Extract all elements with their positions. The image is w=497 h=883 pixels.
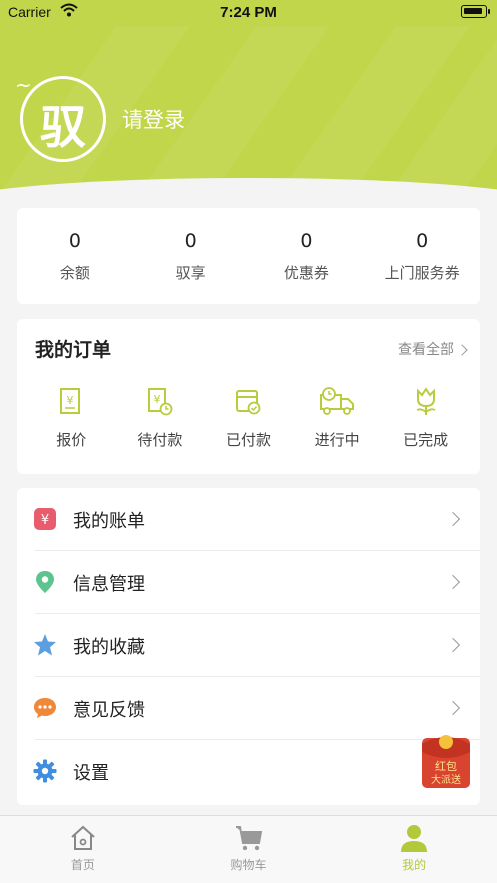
- tab-label: 首页: [70, 858, 95, 872]
- order-status-paid[interactable]: 已付款: [204, 385, 293, 450]
- status-bar: Carrier 7:24 PM: [0, 0, 497, 26]
- tab-label: 我的: [402, 858, 427, 872]
- tab-label: 购物车: [230, 858, 267, 872]
- stat-yuxiang[interactable]: 0 驭享: [133, 208, 249, 304]
- paid-icon: [236, 390, 261, 415]
- avatar-logo-glyph: 驭: [40, 100, 86, 154]
- menu-item-settings[interactable]: 设置: [17, 740, 480, 803]
- stat-service-vouchers[interactable]: 0 上门服务券: [364, 208, 480, 304]
- menu-item-info-management[interactable]: 信息管理: [17, 551, 480, 614]
- chevron-right-icon: [445, 511, 461, 527]
- stat-balance[interactable]: 0 余额: [17, 208, 133, 304]
- order-status-label: 已付款: [225, 431, 271, 449]
- order-status-pending-payment[interactable]: ¥ 待付款: [116, 385, 205, 450]
- stat-coupons[interactable]: 0 优惠券: [249, 208, 365, 304]
- order-status-label: 进行中: [314, 431, 360, 449]
- menu-item-my-bills[interactable]: ¥ 我的账单: [17, 488, 480, 551]
- gear-icon: [33, 759, 57, 783]
- svg-text:¥: ¥: [153, 393, 160, 406]
- stat-value: 0: [300, 230, 313, 252]
- order-status-quote[interactable]: ¥ 报价: [27, 385, 116, 450]
- chevron-right-icon: [456, 344, 468, 356]
- menu-item-feedback[interactable]: 意见反馈: [17, 677, 480, 740]
- view-all-orders-link[interactable]: 查看全部: [398, 339, 468, 359]
- red-packet-promo-button[interactable]: 红包 大派送: [420, 732, 472, 790]
- chevron-right-icon: [445, 574, 461, 590]
- menu-item-label: 信息管理: [73, 574, 145, 595]
- menu-item-label: 我的收藏: [73, 637, 145, 658]
- location-pin-icon: [36, 571, 54, 593]
- quote-icon: ¥: [60, 388, 81, 414]
- home-icon: [71, 825, 95, 850]
- menu-item-label: 意见反馈: [73, 700, 145, 721]
- stat-value: 0: [184, 230, 197, 252]
- menu-item-label: 设置: [73, 763, 109, 784]
- cart-icon: [235, 826, 262, 851]
- orders-title: 我的订单: [35, 339, 112, 361]
- order-status-label: 待付款: [137, 431, 183, 449]
- account-stats-card: 0 余额 0 驭享 0 优惠券 0 上门服务券: [17, 208, 480, 304]
- order-status-label: 报价: [56, 431, 87, 449]
- chevron-right-icon: [445, 637, 461, 653]
- tab-home[interactable]: 首页: [0, 816, 166, 883]
- status-time: 7:24 PM: [220, 4, 277, 21]
- chevron-right-icon: [445, 700, 461, 716]
- pending-payment-icon: ¥: [147, 388, 173, 416]
- chat-bubble-icon: [34, 698, 56, 718]
- stat-label: 驭享: [175, 264, 206, 282]
- battery-icon: [461, 5, 490, 18]
- delivery-truck-icon: [320, 387, 355, 415]
- red-packet-line2: 大派送: [431, 773, 461, 786]
- settings-menu-card: ¥ 我的账单 信息管理 我的收藏 意见反馈 设置: [17, 488, 480, 805]
- order-status-in-progress[interactable]: 进行中: [293, 385, 382, 450]
- stat-value: 0: [416, 230, 429, 252]
- view-all-label: 查看全部: [398, 342, 454, 358]
- tulip-icon: [416, 387, 436, 415]
- menu-item-label: 我的账单: [73, 511, 145, 532]
- stat-value: 0: [68, 230, 81, 252]
- menu-item-favorites[interactable]: 我的收藏: [17, 614, 480, 677]
- svg-text:¥: ¥: [41, 513, 49, 528]
- login-link[interactable]: 请登录: [122, 104, 185, 134]
- profile-icon: [401, 825, 428, 852]
- stat-label: 余额: [59, 264, 90, 282]
- stat-label: 上门服务券: [384, 264, 460, 282]
- bottom-tab-bar: 首页 购物车 我的: [0, 815, 497, 883]
- order-status-label: 已完成: [403, 431, 449, 449]
- avatar[interactable]: ~ 驭: [15, 73, 106, 162]
- tab-mine[interactable]: 我的: [331, 816, 497, 883]
- star-icon: [34, 634, 56, 656]
- stat-label: 优惠券: [283, 264, 329, 282]
- my-orders-card: 我的订单 查看全部 ¥ 报价 ¥ 待付款 已付款 进行中 已完成: [17, 319, 480, 474]
- tab-cart[interactable]: 购物车: [166, 816, 332, 883]
- red-packet-line1: 红包: [435, 760, 457, 773]
- profile-header: ~ 驭 请登录: [0, 26, 497, 194]
- order-status-completed[interactable]: 已完成: [381, 385, 470, 450]
- bill-icon: ¥: [34, 508, 56, 530]
- svg-text:¥: ¥: [67, 394, 74, 407]
